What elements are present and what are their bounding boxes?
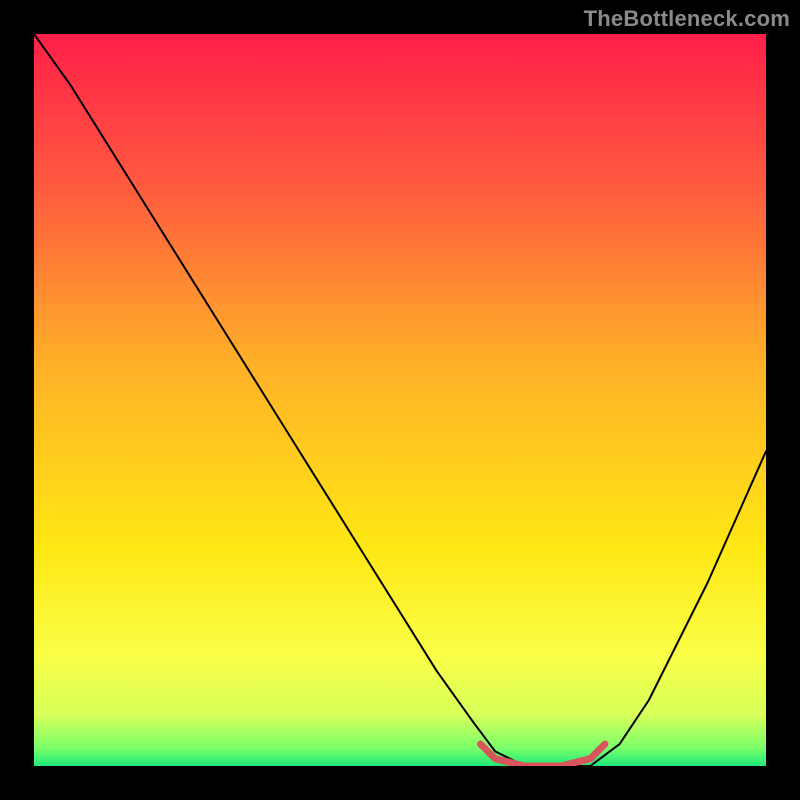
- bottleneck-curve: [34, 34, 766, 766]
- chart-frame: TheBottleneck.com: [0, 0, 800, 800]
- watermark-text: TheBottleneck.com: [584, 6, 790, 32]
- plot-area: [34, 34, 766, 766]
- curve-layer: [34, 34, 766, 766]
- optimal-range: [481, 744, 605, 766]
